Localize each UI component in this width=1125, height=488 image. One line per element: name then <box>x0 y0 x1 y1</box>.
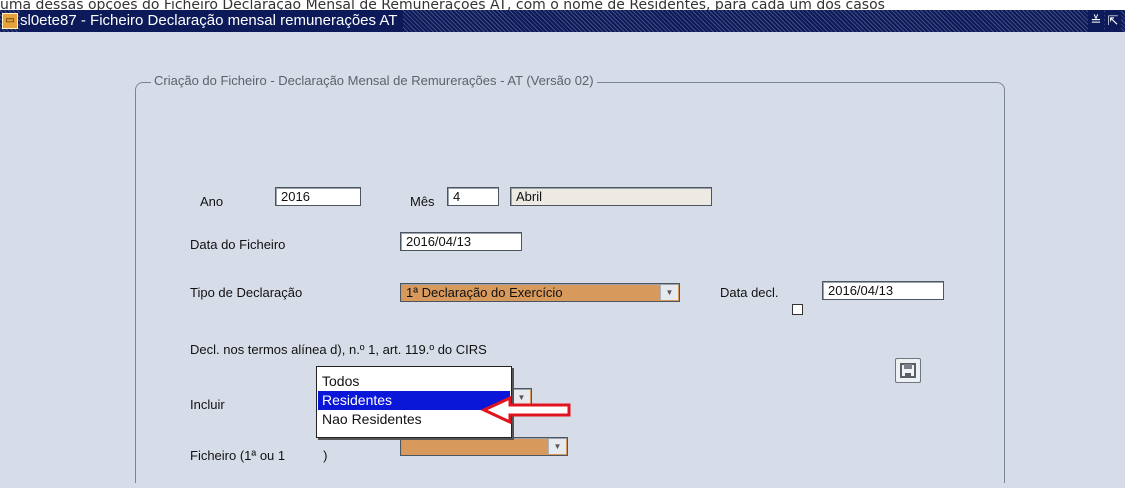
maximize-icon[interactable]: ⇱ <box>1105 10 1121 32</box>
minimize-icon[interactable]: ≚ <box>1088 10 1104 32</box>
option-todos[interactable]: Todos <box>318 372 510 391</box>
save-button[interactable] <box>895 358 921 383</box>
window-titlebar[interactable]: ▭ sl0ete87 - Ficheiro Declaração mensal … <box>0 10 1125 32</box>
mes-input[interactable]: 4 <box>447 187 499 206</box>
tipo-declaracao-label: Tipo de Declaração <box>190 285 303 300</box>
floppy-disk-icon <box>900 363 916 378</box>
group-title: Criação do Ficheiro - Declaração Mensal … <box>151 73 597 88</box>
annotation-arrow <box>480 395 571 425</box>
data-decl-input[interactable]: 2016/04/13 <box>822 281 944 300</box>
chevron-down-icon[interactable]: ▼ <box>548 439 566 454</box>
ano-label: Ano <box>200 194 224 209</box>
ficheiro-label-visible: Ficheiro (1ª ou 1 <box>190 448 286 463</box>
data-ficheiro-input[interactable]: 2016/04/13 <box>400 232 522 251</box>
ficheiro-label-tail: ) <box>323 448 328 463</box>
caption-text: uma dessas opções do Ficheiro Declaração… <box>0 0 885 10</box>
data-ficheiro-label: Data do Ficheiro <box>190 237 286 252</box>
ficheiro-select[interactable]: ▼ <box>400 437 568 456</box>
ficheiro-label: Ficheiro (1ª ou 1) <box>190 448 327 463</box>
chevron-down-icon[interactable]: ▼ <box>660 285 678 300</box>
ano-input[interactable]: 2016 <box>275 187 361 206</box>
mes-label: Mês <box>410 194 435 209</box>
tipo-declaracao-value: 1ª Declaração do Exercício <box>406 285 563 300</box>
incluir-label: Incluir <box>190 397 225 412</box>
tipo-declaracao-select[interactable]: 1ª Declaração do Exercício ▼ <box>400 283 680 302</box>
data-decl-label: Data decl. <box>720 285 779 300</box>
arrow-shape <box>480 395 571 425</box>
window-title: sl0ete87 - Ficheiro Declaração mensal re… <box>20 10 404 32</box>
decl-alinea-label: Decl. nos termos alínea d), n.º 1, art. … <box>190 342 487 357</box>
decl-alinea-checkbox[interactable] <box>792 304 803 315</box>
mes-nome-field: Abril <box>510 187 712 206</box>
app-icon: ▭ <box>2 13 18 29</box>
